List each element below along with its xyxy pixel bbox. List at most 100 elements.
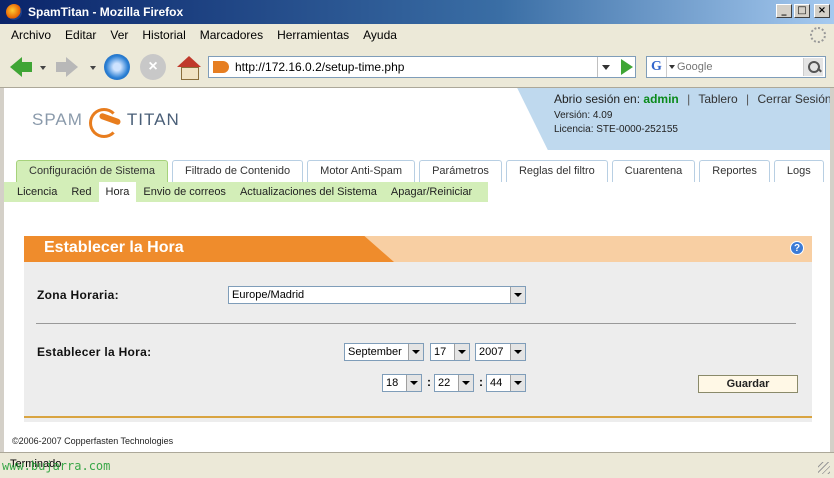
go-arrow-icon[interactable] [621, 59, 633, 75]
year-select[interactable]: 2007 [475, 343, 526, 361]
panel-bottom-border [24, 416, 812, 418]
spamtitan-logo: SPAM TITAN [32, 108, 180, 138]
url-text[interactable]: http://172.16.0.2/setup-time.php [235, 60, 404, 74]
chevron-down-icon [510, 344, 525, 360]
tab-reglas-filtro[interactable]: Reglas del filtro [505, 160, 608, 182]
panel-divider [36, 323, 796, 324]
google-engine-icon[interactable]: G [647, 57, 667, 77]
sub-navigation: Licencia Red Hora Envio de correos Actua… [4, 182, 488, 202]
tab-parametros[interactable]: Parámetros [419, 160, 502, 182]
site-favicon-icon [213, 61, 229, 73]
back-arrow-icon[interactable] [8, 54, 34, 80]
window-title: SpamTitan - Mozilla Firefox [28, 5, 184, 19]
tab-motor-anti-spam[interactable]: Motor Anti-Spam [307, 160, 416, 182]
main-tabs: Configuración de Sistema Filtrado de Con… [16, 160, 824, 182]
time-colon: : [479, 375, 483, 389]
maximize-button[interactable]: □ [794, 4, 810, 18]
timezone-value: Europe/Madrid [232, 289, 305, 301]
window-controls: _ □ × [776, 4, 830, 18]
navigation-toolbar: × http://172.16.0.2/setup-time.php G [0, 46, 834, 88]
session-separator: | [746, 92, 750, 106]
window-titlebar: SpamTitan - Mozilla Firefox _ □ × [0, 0, 834, 24]
help-icon[interactable]: ? [790, 241, 804, 255]
watermark-text: www.bujarra.com [2, 459, 111, 473]
subnav-actualizaciones[interactable]: Actualizaciones del Sistema [233, 182, 384, 202]
address-bar[interactable]: http://172.16.0.2/setup-time.php [208, 56, 636, 78]
logo-titan-text: TITAN [126, 110, 180, 129]
panel-title: Establecer la Hora [44, 239, 184, 256]
status-bar: Terminado www.bujarra.com [0, 452, 834, 478]
year-value: 2007 [479, 346, 504, 358]
second-select[interactable]: 44 [486, 374, 526, 392]
chevron-down-icon [458, 375, 473, 391]
forward-dropdown-icon[interactable] [90, 66, 96, 70]
panel-header: Establecer la Hora ? [24, 236, 812, 262]
settime-label: Establecer la Hora: [37, 345, 152, 359]
reload-icon[interactable] [104, 54, 130, 80]
tab-cuarentena[interactable]: Cuarentena [611, 160, 696, 182]
logo-swoosh-icon [87, 108, 123, 138]
tab-filtrado-contenido[interactable]: Filtrado de Contenido [171, 160, 304, 182]
day-select[interactable]: 17 [430, 343, 470, 361]
session-separator: | [687, 92, 691, 106]
license-text: Licencia: STE-0000-252155 [554, 124, 678, 135]
copyright-text: ©2006-2007 Copperfasten Technologies [12, 436, 174, 446]
dashboard-link[interactable]: Tablero [698, 92, 737, 106]
subnav-licencia[interactable]: Licencia [10, 182, 64, 202]
subnav-red[interactable]: Red [64, 182, 98, 202]
tab-configuracion-sistema[interactable]: Configuración de Sistema [16, 160, 168, 182]
month-value: September [348, 346, 402, 358]
set-time-panel: Establecer la Hora ? Zona Horaria: Europ… [24, 236, 812, 422]
second-value: 44 [490, 377, 503, 389]
minute-value: 22 [438, 377, 451, 389]
minimize-button[interactable]: _ [776, 4, 792, 18]
forward-arrow-icon[interactable] [54, 54, 80, 80]
session-info: Abrio sesión en: admin | Tablero | Cerra… [554, 92, 830, 106]
chevron-down-icon [510, 375, 525, 391]
menu-editar[interactable]: Editar [58, 28, 103, 42]
time-colon: : [427, 375, 431, 389]
tab-reportes[interactable]: Reportes [699, 160, 770, 182]
save-button[interactable]: Guardar [698, 375, 798, 393]
chevron-down-icon [406, 375, 421, 391]
search-box[interactable]: G [646, 56, 826, 78]
session-user: admin [643, 92, 679, 106]
month-select[interactable]: September [344, 343, 424, 361]
logout-link[interactable]: Cerrar Sesión [758, 92, 830, 106]
version-text: Versión: 4.09 [554, 110, 613, 121]
page-header: SPAM TITAN Abrio sesión en: admin | Tabl… [4, 88, 830, 150]
menu-marcadores[interactable]: Marcadores [193, 28, 270, 42]
hour-select[interactable]: 18 [382, 374, 422, 392]
resize-grip-icon[interactable] [818, 462, 830, 474]
menu-ayuda[interactable]: Ayuda [356, 28, 404, 42]
day-value: 17 [434, 346, 447, 358]
menu-herramientas[interactable]: Herramientas [270, 28, 356, 42]
throbber-icon [810, 27, 826, 43]
timezone-select[interactable]: Europe/Madrid [228, 286, 526, 304]
subnav-apagar-reiniciar[interactable]: Apagar/Reiniciar [384, 182, 479, 202]
menu-ver[interactable]: Ver [103, 28, 135, 42]
home-icon[interactable] [176, 54, 202, 80]
minute-select[interactable]: 22 [434, 374, 474, 392]
subnav-hora[interactable]: Hora [98, 182, 137, 202]
stop-icon[interactable]: × [140, 54, 166, 80]
session-prefix: Abrio sesión en: [554, 92, 641, 106]
close-button[interactable]: × [814, 4, 830, 18]
timezone-label: Zona Horaria: [37, 288, 119, 302]
subnav-envio-correos[interactable]: Envio de correos [136, 182, 233, 202]
back-dropdown-icon[interactable] [40, 66, 46, 70]
url-history-dropdown-icon[interactable] [597, 57, 613, 77]
firefox-icon [6, 4, 22, 20]
logo-spam-text: SPAM [32, 110, 83, 129]
hour-value: 18 [386, 377, 399, 389]
menu-bar: Archivo Editar Ver Historial Marcadores … [0, 24, 834, 46]
page-viewport: SPAM TITAN Abrio sesión en: admin | Tabl… [4, 88, 830, 452]
engine-dropdown-icon[interactable] [667, 57, 677, 77]
search-input[interactable] [677, 61, 797, 73]
menu-historial[interactable]: Historial [135, 28, 192, 42]
menu-archivo[interactable]: Archivo [4, 28, 58, 42]
chevron-down-icon [408, 344, 423, 360]
search-icon[interactable] [803, 58, 823, 76]
tab-logs[interactable]: Logs [773, 160, 824, 182]
chevron-down-icon [510, 287, 525, 303]
